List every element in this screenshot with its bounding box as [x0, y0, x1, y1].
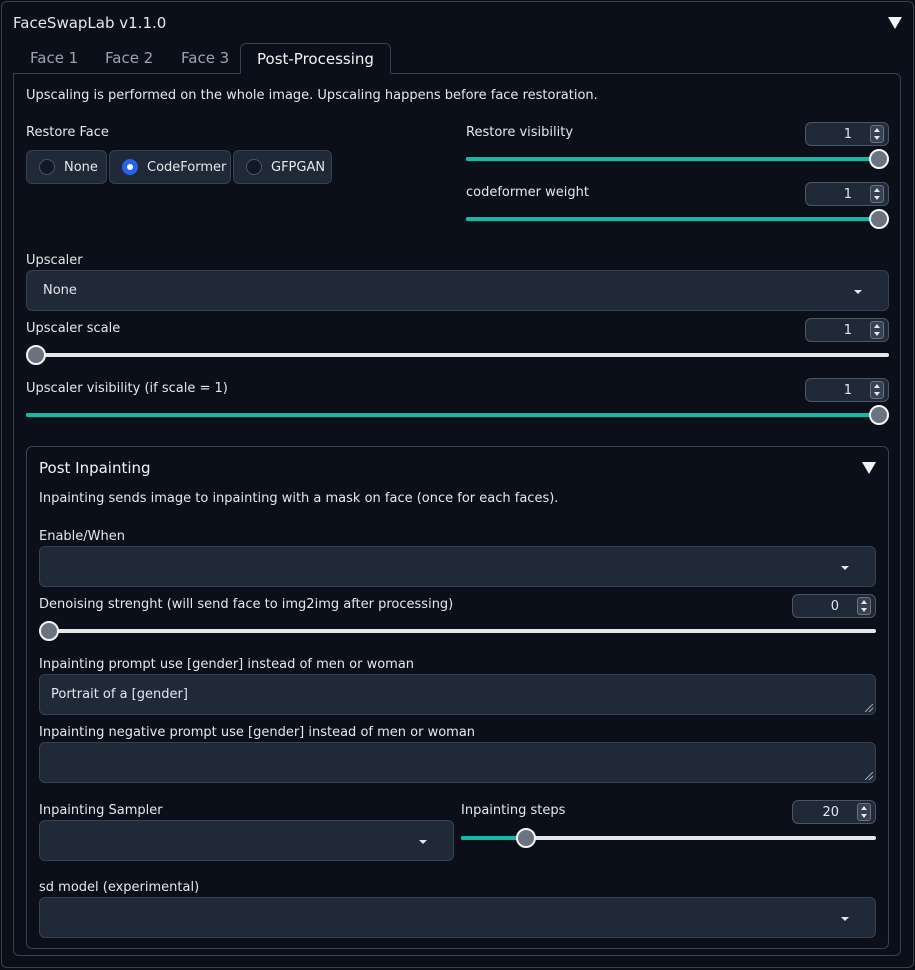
chevron-down-icon [854, 290, 862, 294]
upscaler-label: Upscaler [26, 253, 83, 268]
sd-model-label: sd model (experimental) [39, 880, 200, 895]
tab-post-processing[interactable]: Post-Processing [240, 43, 391, 74]
radio-none[interactable]: None [26, 150, 107, 184]
upscaler-visibility-label: Upscaler visibility (if scale = 1) [26, 381, 228, 396]
inpainting-steps-slider[interactable] [461, 828, 876, 848]
inpainting-negative-prompt-textarea[interactable] [39, 742, 876, 783]
spinner-arrows-icon[interactable] [870, 321, 884, 339]
radio-codeformer[interactable]: CodeFormer [109, 150, 231, 184]
upscaler-visibility-value: 1 [843, 383, 852, 398]
tab-face-3[interactable]: Face 3 [165, 43, 245, 74]
inpainting-steps-label: Inpainting steps [461, 803, 566, 818]
post-inpainting-info: Inpainting sends image to inpainting wit… [39, 491, 559, 506]
spinner-arrows-icon[interactable] [857, 597, 871, 615]
restore-visibility-number-input[interactable]: 1 [805, 122, 889, 146]
enable-when-dropdown[interactable] [39, 546, 876, 587]
radio-checked-icon [122, 159, 138, 175]
codeformer-weight-slider[interactable] [466, 209, 889, 229]
slider-fill [466, 217, 889, 221]
upscaler-scale-slider[interactable] [26, 345, 889, 365]
upscaler-dropdown[interactable]: None [26, 270, 889, 311]
upscaling-info-text: Upscaling is performed on the whole imag… [26, 88, 598, 103]
inpainting-prompt-value: Portrait of a [gender] [51, 687, 188, 702]
radio-gfpgan-label: GFPGAN [271, 159, 326, 175]
spinner-arrows-icon[interactable] [870, 381, 884, 399]
slider-thumb[interactable] [26, 345, 46, 365]
denoising-value: 0 [830, 599, 839, 614]
enable-when-label: Enable/When [39, 529, 125, 544]
denoising-number-input[interactable]: 0 [792, 594, 876, 618]
spinner-arrows-icon[interactable] [857, 803, 871, 821]
slider-thumb[interactable] [869, 209, 889, 229]
slider-thumb[interactable] [869, 405, 889, 425]
radio-codeformer-label: CodeFormer [147, 159, 227, 175]
inpainting-steps-value: 20 [822, 805, 839, 820]
post-inpainting-title[interactable]: Post Inpainting [39, 459, 151, 477]
denoising-slider[interactable] [39, 621, 876, 641]
radio-circle-icon [39, 159, 55, 175]
inpainting-sampler-label: Inpainting Sampler [39, 803, 163, 818]
collapse-triangle-icon[interactable] [888, 17, 902, 29]
spinner-arrows-icon[interactable] [870, 125, 884, 143]
slider-fill [26, 413, 889, 417]
inpainting-negative-prompt-label: Inpainting negative prompt use [gender] … [39, 725, 476, 740]
resize-grip-icon[interactable] [865, 772, 873, 780]
restore-visibility-label: Restore visibility [466, 125, 574, 140]
slider-fill [461, 836, 519, 840]
sd-model-dropdown[interactable] [39, 897, 876, 938]
app-title[interactable]: FaceSwapLab v1.1.0 [13, 14, 166, 32]
restore-visibility-slider[interactable] [466, 149, 889, 169]
radio-none-label: None [64, 159, 98, 175]
upscaler-visibility-number-input[interactable]: 1 [805, 378, 889, 402]
inpainting-sampler-dropdown[interactable] [39, 820, 454, 861]
slider-thumb[interactable] [39, 621, 59, 641]
upscaler-scale-label: Upscaler scale [26, 321, 121, 336]
chevron-down-icon [841, 917, 849, 921]
upscaler-scale-value: 1 [843, 323, 852, 338]
codeformer-weight-label: codeformer weight [466, 185, 589, 200]
radio-gfpgan[interactable]: GFPGAN [233, 150, 332, 184]
chevron-down-icon [419, 840, 427, 844]
denoising-label: Denoising strenght (will send face to im… [39, 597, 454, 612]
restore-visibility-value: 1 [843, 127, 852, 142]
inpainting-prompt-label: Inpainting prompt use [gender] instead o… [39, 657, 415, 672]
inpainting-prompt-textarea[interactable]: Portrait of a [gender] [39, 674, 876, 715]
spinner-arrows-icon[interactable] [870, 185, 884, 203]
codeformer-weight-value: 1 [843, 187, 852, 202]
collapse-triangle-icon[interactable] [862, 462, 876, 474]
radio-circle-icon [246, 159, 262, 175]
slider-thumb[interactable] [869, 149, 889, 169]
upscaler-visibility-slider[interactable] [26, 405, 889, 425]
restore-face-label: Restore Face [26, 125, 109, 140]
inpainting-steps-number-input[interactable]: 20 [792, 800, 876, 824]
slider-fill [466, 157, 889, 161]
resize-grip-icon[interactable] [865, 704, 873, 712]
upscaler-scale-number-input[interactable]: 1 [805, 318, 889, 342]
tab-face-2[interactable]: Face 2 [89, 43, 169, 74]
codeformer-weight-number-input[interactable]: 1 [805, 182, 889, 206]
chevron-down-icon [841, 566, 849, 570]
tab-face-1[interactable]: Face 1 [14, 43, 94, 74]
upscaler-selected-value: None [43, 283, 77, 298]
slider-thumb[interactable] [516, 828, 536, 848]
